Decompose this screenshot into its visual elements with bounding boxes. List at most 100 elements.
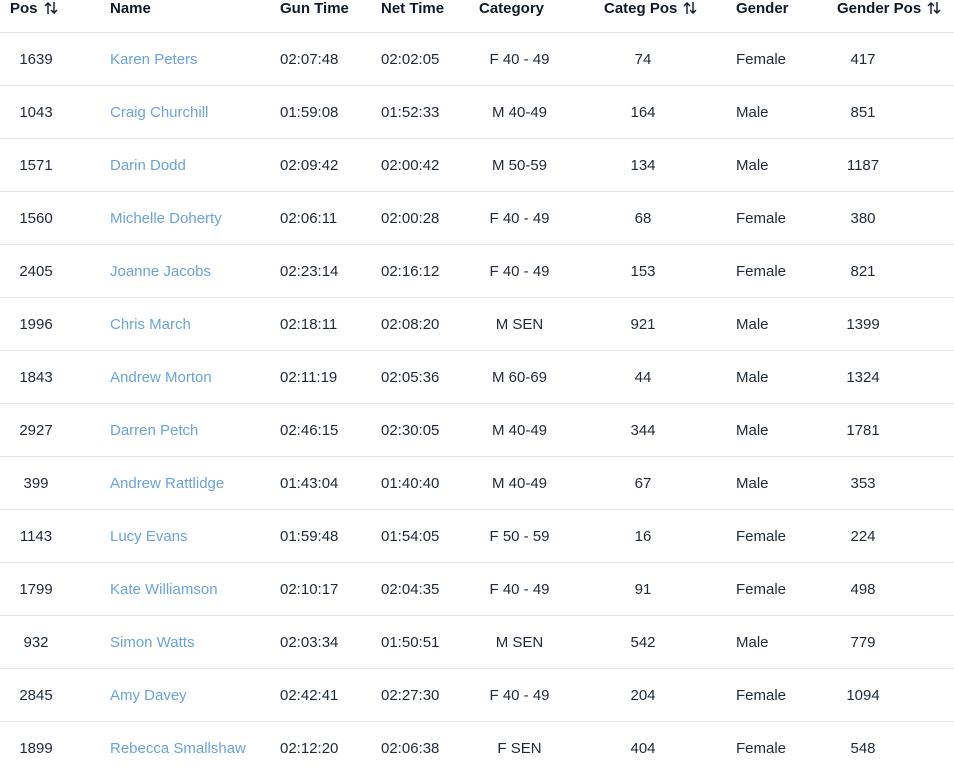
name-cell: Andrew Rattlidge bbox=[110, 457, 280, 510]
results-table: Pos Name Gun Time Net Time Category Cate… bbox=[0, 0, 954, 774]
position-cell: 1996 bbox=[0, 298, 110, 351]
categ-pos-cell: 204 bbox=[592, 669, 736, 722]
categ-pos-cell: 68 bbox=[592, 192, 736, 245]
table-header-row: Pos Name Gun Time Net Time Category Cate… bbox=[0, 0, 954, 33]
name-cell: Joanne Jacobs bbox=[110, 245, 280, 298]
name-cell: Andrew Morton bbox=[110, 351, 280, 404]
name-cell: Simon Watts bbox=[110, 616, 280, 669]
gun-time-cell: 01:59:08 bbox=[280, 86, 380, 139]
gender-column-header: Gender bbox=[736, 0, 837, 33]
position-cell: 1799 bbox=[0, 563, 110, 616]
gender-pos-cell: 821 bbox=[837, 245, 954, 298]
table-row: 1843Andrew Morton02:11:1902:05:36M 60-69… bbox=[0, 351, 954, 404]
gender-cell: Male bbox=[736, 351, 837, 404]
runner-name-link[interactable]: Joanne Jacobs bbox=[110, 263, 211, 280]
gender-pos-cell: 1094 bbox=[837, 669, 954, 722]
categ-pos-column-header[interactable]: Categ Pos bbox=[592, 0, 736, 33]
sort-arrows-icon[interactable] bbox=[927, 0, 941, 16]
pos-column-header[interactable]: Pos bbox=[0, 0, 110, 33]
net-time-cell: 01:54:05 bbox=[380, 510, 479, 563]
runner-name-link[interactable]: Amy Davey bbox=[110, 687, 187, 704]
gun-time-cell: 01:59:48 bbox=[280, 510, 380, 563]
runner-name-link[interactable]: Michelle Doherty bbox=[110, 210, 222, 227]
sort-arrows-icon[interactable] bbox=[44, 0, 58, 16]
gender-pos-cell: 548 bbox=[837, 722, 954, 774]
gun-time-cell: 01:43:04 bbox=[280, 457, 380, 510]
net-time-cell: 02:00:28 bbox=[380, 192, 479, 245]
gun-time-cell: 02:42:41 bbox=[280, 669, 380, 722]
gender-pos-cell: 1781 bbox=[837, 404, 954, 457]
net-time-cell: 02:08:20 bbox=[380, 298, 479, 351]
table-row: 1799Kate Williamson02:10:1702:04:35F 40 … bbox=[0, 563, 954, 616]
category-column-header: Category bbox=[479, 0, 592, 33]
runner-name-link[interactable]: Darren Petch bbox=[110, 422, 198, 439]
category-cell: F 50 - 59 bbox=[479, 510, 592, 563]
name-cell: Karen Peters bbox=[110, 33, 280, 86]
runner-name-link[interactable]: Rebecca Smallshaw bbox=[110, 740, 246, 757]
categ-pos-cell: 542 bbox=[592, 616, 736, 669]
gun-time-cell: 02:46:15 bbox=[280, 404, 380, 457]
gender-cell: Female bbox=[736, 722, 837, 774]
gender-pos-cell: 1187 bbox=[837, 139, 954, 192]
position-cell: 1043 bbox=[0, 86, 110, 139]
position-cell: 1143 bbox=[0, 510, 110, 563]
runner-name-link[interactable]: Simon Watts bbox=[110, 634, 194, 651]
categ-pos-cell: 16 bbox=[592, 510, 736, 563]
gender-cell: Female bbox=[736, 510, 837, 563]
category-cell: M SEN bbox=[479, 616, 592, 669]
categ-pos-cell: 91 bbox=[592, 563, 736, 616]
table-row: 1560Michelle Doherty02:06:1102:00:28F 40… bbox=[0, 192, 954, 245]
gender-cell: Male bbox=[736, 298, 837, 351]
table-row: 1043Craig Churchill 01:59:0801:52:33M 40-… bbox=[0, 86, 954, 139]
gender-pos-header-label: Gender Pos bbox=[837, 0, 921, 17]
runner-name-link[interactable]: Andrew Morton bbox=[110, 369, 212, 386]
categ-pos-cell: 74 bbox=[592, 33, 736, 86]
gun-time-cell: 02:10:17 bbox=[280, 563, 380, 616]
gun-time-cell: 02:23:14 bbox=[280, 245, 380, 298]
name-cell: Darin Dodd bbox=[110, 139, 280, 192]
category-cell: F 40 - 49 bbox=[479, 192, 592, 245]
category-cell: M SEN bbox=[479, 298, 592, 351]
categ-pos-cell: 344 bbox=[592, 404, 736, 457]
gun-time-cell: 02:11:19 bbox=[280, 351, 380, 404]
name-cell: Lucy Evans bbox=[110, 510, 280, 563]
category-cell: M 40-49 bbox=[479, 86, 592, 139]
table-row: 2927Darren Petch02:46:1502:30:05M 40-493… bbox=[0, 404, 954, 457]
gender-pos-column-header[interactable]: Gender Pos bbox=[837, 0, 954, 33]
position-cell: 1571 bbox=[0, 139, 110, 192]
gender-cell: Male bbox=[736, 86, 837, 139]
gender-pos-cell: 498 bbox=[837, 563, 954, 616]
runner-name-link[interactable]: Craig Churchill bbox=[110, 104, 208, 121]
net-time-cell: 01:50:51 bbox=[380, 616, 479, 669]
table-row: 1571Darin Dodd02:09:4202:00:42M 50-59134… bbox=[0, 139, 954, 192]
runner-name-link[interactable]: Karen Peters bbox=[110, 51, 198, 68]
gender-pos-cell: 779 bbox=[837, 616, 954, 669]
gender-cell: Female bbox=[736, 245, 837, 298]
sort-arrows-icon[interactable] bbox=[683, 0, 697, 16]
category-cell: F SEN bbox=[479, 722, 592, 774]
position-cell: 2845 bbox=[0, 669, 110, 722]
name-cell: Kate Williamson bbox=[110, 563, 280, 616]
gender-cell: Male bbox=[736, 616, 837, 669]
net-time-cell: 02:30:05 bbox=[380, 404, 479, 457]
net-time-column-header: Net Time bbox=[380, 0, 479, 33]
table-row: 1996Chris March02:18:1102:08:20M SEN921M… bbox=[0, 298, 954, 351]
position-cell: 399 bbox=[0, 457, 110, 510]
category-cell: M 40-49 bbox=[479, 404, 592, 457]
gun-time-cell: 02:07:48 bbox=[280, 33, 380, 86]
net-time-cell: 02:05:36 bbox=[380, 351, 479, 404]
categ-pos-cell: 134 bbox=[592, 139, 736, 192]
net-time-cell: 01:40:40 bbox=[380, 457, 479, 510]
name-cell: Craig Churchill bbox=[110, 86, 280, 139]
category-cell: F 40 - 49 bbox=[479, 563, 592, 616]
runner-name-link[interactable]: Lucy Evans bbox=[110, 528, 188, 545]
gender-cell: Female bbox=[736, 669, 837, 722]
runner-name-link[interactable]: Andrew Rattlidge bbox=[110, 475, 224, 492]
gun-time-cell: 02:12:20 bbox=[280, 722, 380, 774]
gun-time-cell: 02:09:42 bbox=[280, 139, 380, 192]
net-time-cell: 01:52:33 bbox=[380, 86, 479, 139]
runner-name-link[interactable]: Kate Williamson bbox=[110, 581, 218, 598]
runner-name-link[interactable]: Darin Dodd bbox=[110, 157, 186, 174]
runner-name-link[interactable]: Chris March bbox=[110, 316, 191, 333]
net-time-cell: 02:06:38 bbox=[380, 722, 479, 774]
